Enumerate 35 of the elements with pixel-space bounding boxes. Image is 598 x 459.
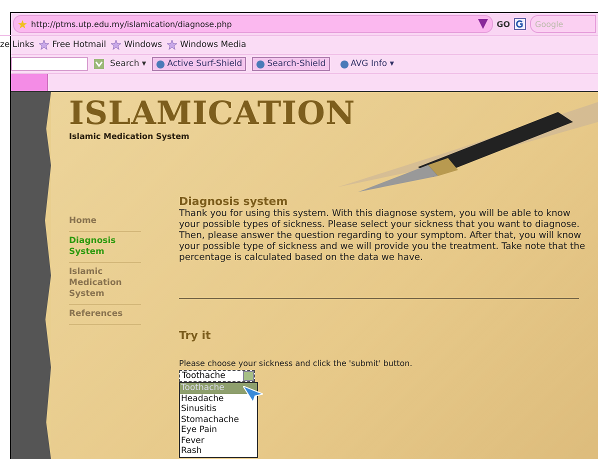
site-logo-title: ISLAMICATION bbox=[69, 94, 356, 132]
toolbar-search-field[interactable] bbox=[11, 57, 88, 71]
dropdown-icon[interactable] bbox=[94, 59, 104, 69]
address-bar[interactable]: http://ptms.utp.edu.my/islamication/diagnose.php bbox=[13, 15, 493, 33]
go-button[interactable]: GO bbox=[496, 20, 510, 28]
toolbar-button[interactable]: Search-Shield bbox=[252, 57, 330, 71]
url-text: http://ptms.utp.edu.my/islamication/diagnose.php bbox=[31, 20, 232, 28]
toolbar-button[interactable]: Active Surf-Shield bbox=[152, 57, 246, 71]
toolbar-button[interactable]: AVG Info ▾ bbox=[336, 57, 398, 71]
sickness-select[interactable]: Toothache bbox=[179, 370, 255, 382]
dropdown-option[interactable]: Fever bbox=[180, 436, 257, 446]
intro-paragraph: Thank you for using this system. With this diagnose system, you will be able to know your possible types of sickness. Please select your sickness that you want to diagnose. Then, please answer the question regarding to your symptom. After that, you will know your possible type of sickness and we will provide you the treatment. Take note that the percentage is calculated based on the data we have. bbox=[179, 208, 586, 264]
site-subtitle: Islamic Medication System bbox=[69, 132, 190, 141]
shield-icon bbox=[156, 60, 166, 68]
shield-icon bbox=[256, 60, 266, 68]
browser-tab[interactable] bbox=[11, 74, 48, 91]
dropdown-option[interactable]: Stomachache bbox=[180, 414, 257, 426]
star-icon bbox=[39, 40, 50, 50]
bookmark-link[interactable]: Windows Media bbox=[180, 40, 246, 50]
toolbar-search-button[interactable]: Search ▾ bbox=[110, 59, 146, 69]
dropdown-option[interactable]: Sinusitis bbox=[180, 404, 257, 415]
shield-icon bbox=[340, 60, 349, 68]
section-heading: Try it bbox=[179, 329, 212, 342]
bookmark-link[interactable]: Windows bbox=[124, 40, 162, 50]
google-icon[interactable] bbox=[514, 18, 526, 30]
prompt-text: Please choose your sickness and click the 'submit' button. bbox=[179, 359, 414, 368]
dropdown-option[interactable]: Eye Pain bbox=[180, 425, 257, 436]
bookmark-link[interactable]: Free Hotmail bbox=[52, 40, 106, 50]
star-icon bbox=[18, 20, 27, 28]
arrow-down-icon bbox=[478, 19, 488, 29]
bookmark-link[interactable]: ze Links bbox=[0, 40, 34, 50]
star-icon bbox=[111, 40, 122, 50]
section-heading: Diagnosis system bbox=[179, 195, 289, 208]
dropdown-option[interactable]: Rash bbox=[180, 446, 257, 457]
star-icon bbox=[167, 40, 178, 50]
